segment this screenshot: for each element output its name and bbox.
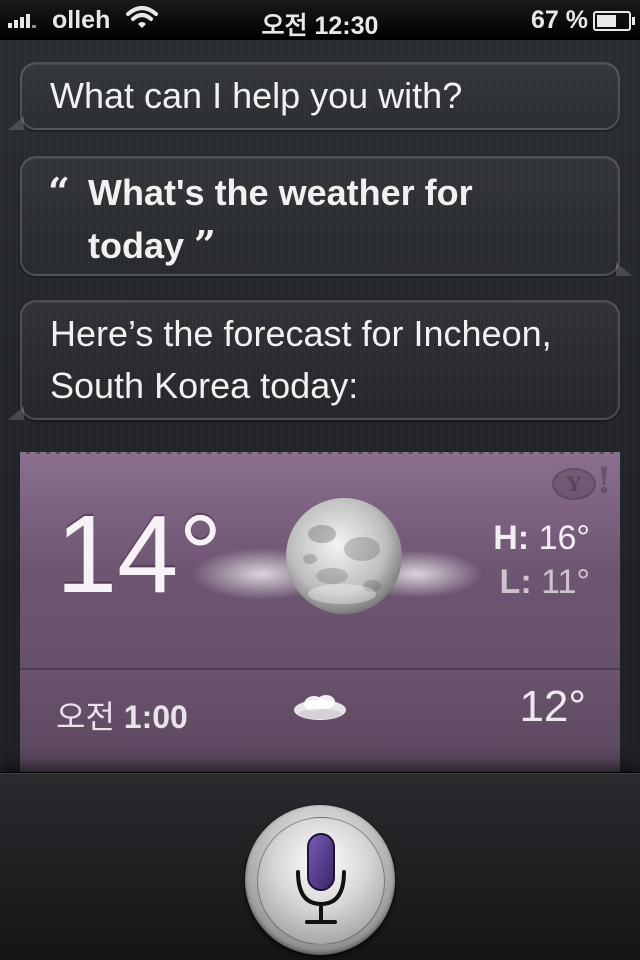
hour-time: 오전 1:00 [56, 699, 188, 735]
hourly-forecast-row-partial [20, 748, 620, 772]
cloud-icon [294, 695, 346, 720]
high-temp: H: 16° [493, 519, 590, 557]
open-quote: “ [48, 169, 70, 214]
low-temp: L: 11° [499, 563, 590, 601]
yahoo-logo-icon[interactable]: Y! [552, 460, 612, 502]
bubble-tail [8, 406, 24, 420]
user-query-line-2: today ” [48, 219, 618, 272]
moon-clouds-icon [192, 498, 482, 614]
siri-bottom-bar [0, 772, 640, 960]
high-low-temps: H: 16° L: 11° [493, 516, 590, 604]
siri-prompt-bubble: What can I help you with? [8, 62, 620, 130]
battery-level [597, 15, 616, 27]
microphone-icon [296, 833, 346, 924]
user-query-text-2: today [88, 225, 185, 266]
siri-response-line-2: South Korea today: [50, 365, 359, 406]
siri-response-bubble: Here’s the forecast for Incheon, South K… [8, 300, 620, 420]
user-query-bubble[interactable]: “ What's the weather for today ” [20, 156, 632, 276]
status-bar: olleh 오전 12:30 67 % [0, 0, 640, 40]
battery-percent: 67 % [531, 6, 588, 34]
user-query-text: What's the weather for [88, 172, 473, 213]
bubble-tail [616, 262, 632, 276]
hour-temp: 12° [519, 682, 586, 731]
siri-prompt-text: What can I help you with? [50, 75, 463, 116]
battery-icon [593, 11, 635, 31]
microphone-button[interactable] [245, 805, 395, 955]
weather-card[interactable]: Y! 14° H: 16° L: 11° 오전 1:00 12° [20, 452, 620, 772]
bubble-tail [8, 116, 24, 130]
microphone-button-face[interactable] [257, 817, 385, 945]
user-query-line-1: “ What's the weather for [48, 166, 618, 219]
siri-response-line-1: Here’s the forecast for Incheon, [50, 313, 552, 354]
close-quote: ” [194, 222, 216, 267]
hourly-forecast-row: 오전 1:00 12° [20, 670, 620, 746]
